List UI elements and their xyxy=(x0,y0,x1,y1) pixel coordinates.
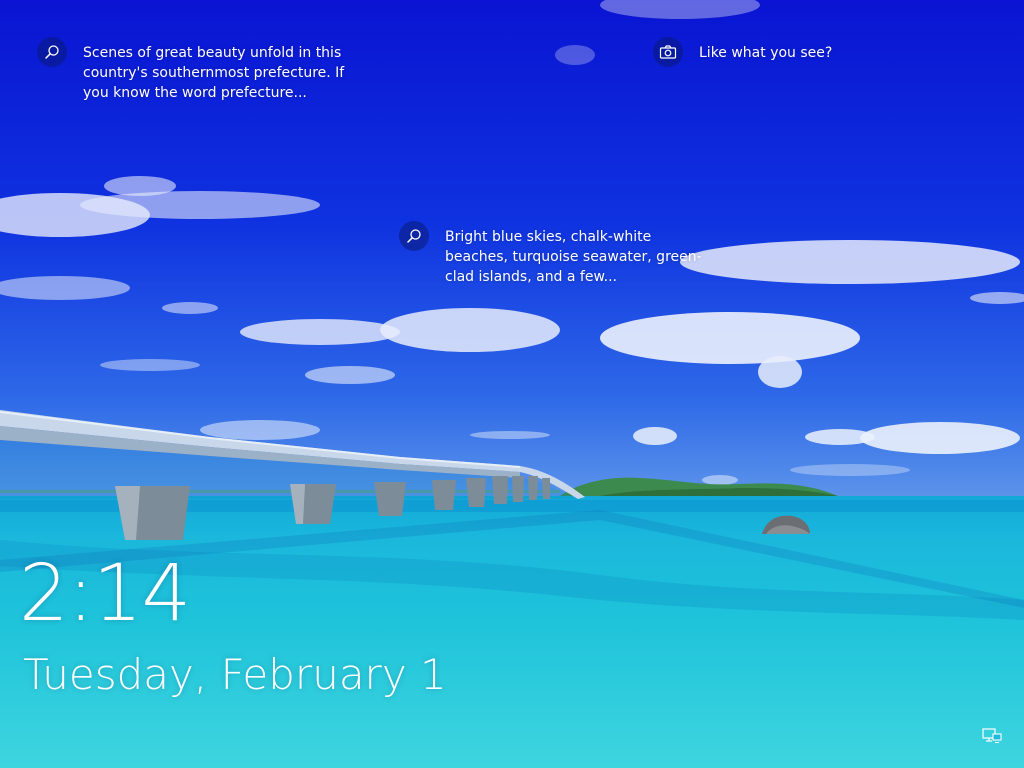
hotspot-text[interactable]: Scenes of great beauty unfold in this co… xyxy=(83,43,373,103)
search-icon[interactable] xyxy=(399,221,429,251)
hotspot-text[interactable]: Like what you see? xyxy=(699,43,899,63)
lock-screen-time: 2:14 xyxy=(19,549,191,639)
spotlight-hotspot-prefecture[interactable]: Scenes of great beauty unfold in this co… xyxy=(37,37,373,103)
network-icon[interactable] xyxy=(982,727,1002,745)
search-icon[interactable] xyxy=(37,37,67,67)
camera-icon[interactable] xyxy=(653,37,683,67)
spotlight-like-what-you-see[interactable]: Like what you see? xyxy=(653,37,899,67)
lock-screen-date: Tuesday, February 1 xyxy=(23,650,447,699)
spotlight-hotspot-beaches[interactable]: Bright blue skies, chalk-white beaches, … xyxy=(399,221,715,287)
hotspot-text[interactable]: Bright blue skies, chalk-white beaches, … xyxy=(445,227,715,287)
lock-screen[interactable]: Scenes of great beauty unfold in this co… xyxy=(0,0,1024,768)
